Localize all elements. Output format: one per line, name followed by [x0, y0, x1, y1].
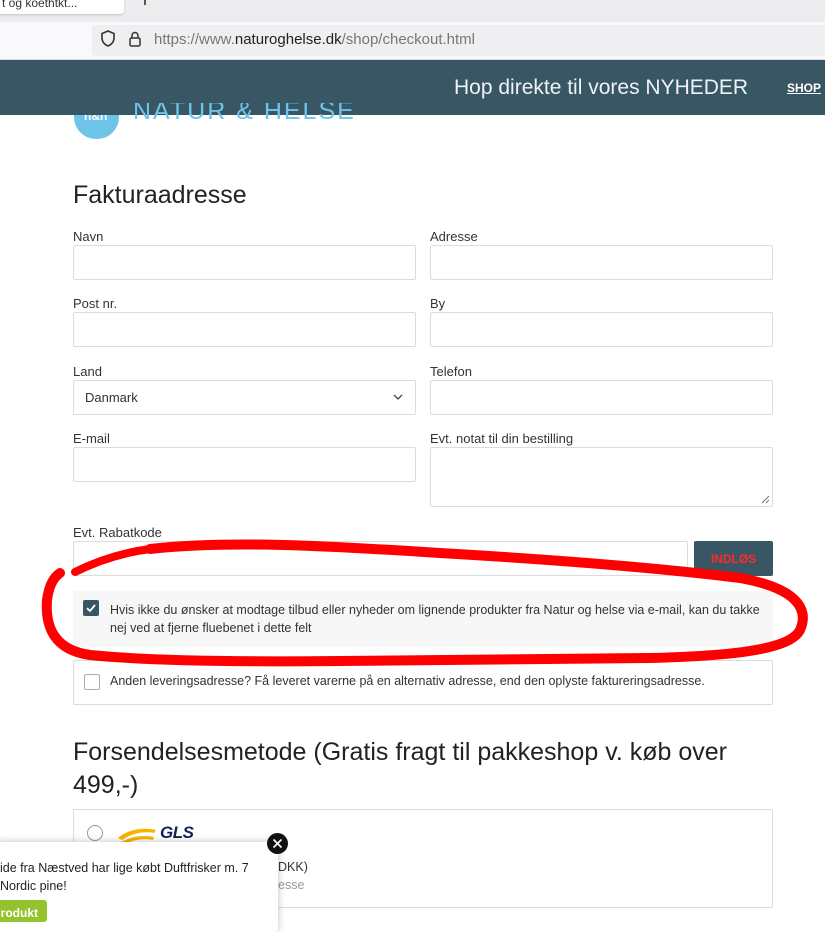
alt-delivery-checkbox[interactable] — [84, 674, 100, 690]
close-popup-button[interactable] — [267, 833, 288, 854]
chevron-down-icon — [393, 394, 403, 400]
promo-link[interactable]: Hop direkte til vores NYHEDER — [454, 76, 748, 100]
discount-label: Evt. Rabatkode — [73, 525, 162, 540]
shop-menu-link[interactable]: SHOP — [787, 81, 821, 95]
shipping-price: DKK) — [278, 860, 308, 874]
zip-field[interactable] — [73, 312, 416, 347]
name-label: Navn — [73, 229, 104, 244]
email-field[interactable] — [73, 447, 416, 482]
notes-label: Evt. notat til din bestilling — [430, 431, 574, 446]
newsletter-optout-text: Hvis ikke du ønsker at modtage tilbud el… — [110, 603, 760, 635]
browser-tab-title: t og koethtkt... — [2, 0, 78, 10]
logo-badge[interactable]: n&h — [74, 115, 119, 139]
address-label: Adresse — [430, 229, 478, 244]
country-select[interactable]: Danmark — [73, 380, 416, 415]
billing-title: Fakturaadresse — [73, 181, 247, 209]
checkmark-icon — [86, 604, 96, 613]
address-field[interactable] — [430, 245, 773, 280]
shipping-radio[interactable] — [87, 825, 103, 841]
tab-separator — [144, 0, 146, 5]
logo-text[interactable]: NATUR & HELSE — [133, 103, 356, 125]
phone-field[interactable] — [430, 380, 773, 415]
view-product-button[interactable]: rodukt — [0, 900, 47, 922]
phone-label: Telefon — [430, 364, 472, 379]
lock-icon[interactable] — [128, 31, 142, 47]
discount-code-field[interactable] — [73, 541, 688, 576]
purchase-popup-text: ide fra Næstved har lige købt Duftfriske… — [0, 861, 249, 893]
city-label: By — [430, 296, 446, 311]
shipping-subtext: esse — [278, 878, 305, 892]
city-field[interactable] — [430, 312, 773, 347]
gls-logo-text: GLS — [160, 823, 194, 842]
shield-icon[interactable] — [100, 30, 116, 47]
notes-textarea[interactable] — [430, 447, 773, 507]
close-icon — [272, 838, 283, 849]
resize-handle-icon[interactable] — [761, 495, 770, 504]
email-label: E-mail — [73, 431, 110, 446]
name-field[interactable] — [73, 245, 416, 280]
newsletter-checkbox[interactable] — [83, 600, 99, 616]
shipping-title: Forsendelsesmetode (Gratis fragt til pak… — [73, 738, 727, 799]
url-text[interactable]: https://www.naturoghelse.dk/shop/checkou… — [154, 31, 475, 48]
zip-label: Post nr. — [73, 296, 118, 311]
apply-discount-button[interactable]: INDLØS — [694, 541, 773, 576]
alt-delivery-text[interactable]: Anden leveringsadresse? Få leveret varer… — [110, 674, 705, 688]
country-value: Danmark — [85, 390, 138, 405]
browser-tab[interactable]: t og koethtkt... — [0, 0, 124, 14]
country-label: Land — [73, 364, 102, 379]
